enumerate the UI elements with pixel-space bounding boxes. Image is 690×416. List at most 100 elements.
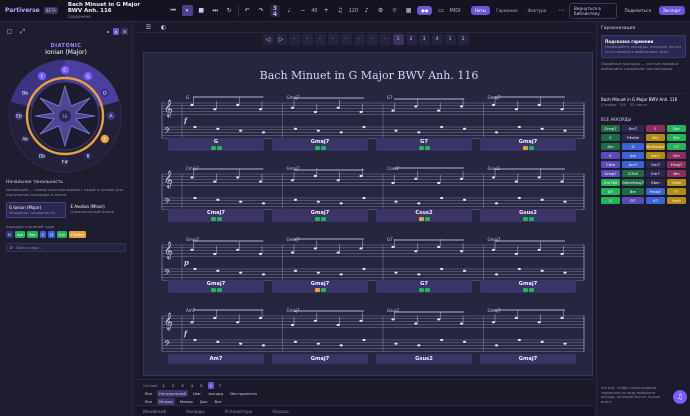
chord-chip-19[interactable]: Fmaj7 [667, 161, 686, 169]
bass-note-head[interactable] [261, 131, 266, 134]
chord-block[interactable]: Am7 [168, 354, 264, 364]
tool-button-1[interactable]: · [301, 33, 313, 45]
note-head[interactable] [336, 179, 340, 182]
note-head[interactable] [491, 176, 496, 179]
note-head[interactable] [391, 318, 395, 321]
note-head[interactable] [391, 245, 395, 249]
bass-note-head[interactable] [239, 129, 243, 132]
tool-button-2[interactable]: · [314, 33, 326, 45]
bass-note-head[interactable] [216, 340, 220, 343]
bass-note-head[interactable] [540, 340, 544, 343]
chord-chip-2[interactable]: F [646, 125, 665, 133]
bass-note-head[interactable] [339, 131, 343, 134]
bass-note-head[interactable] [462, 127, 467, 130]
expand-icon[interactable]: ⤢ [17, 26, 28, 37]
bass-note-head[interactable] [462, 269, 467, 272]
tool-button-3[interactable]: · [327, 33, 339, 45]
octave-4[interactable]: 5 [198, 382, 204, 389]
chord-chip-9[interactable]: G [621, 143, 645, 151]
note-head[interactable] [560, 252, 564, 256]
note-head[interactable] [190, 248, 194, 251]
note-head[interactable] [514, 180, 518, 183]
page-item-0[interactable]: 1 [444, 33, 456, 45]
status-item-3[interactable]: Хорошо [272, 409, 288, 414]
chord-chip-28[interactable]: D7 [601, 188, 620, 196]
chord-chip-16[interactable]: C#m [601, 161, 620, 169]
filter-4[interactable]: Инструменты [228, 390, 259, 397]
chord-symbol[interactable]: Csus2 [387, 166, 399, 171]
chord-chip-20[interactable]: Gmaj7 [601, 170, 620, 178]
chord-symbol[interactable]: G7 [387, 237, 393, 242]
chord-block[interactable]: Gmaj7 [480, 354, 576, 364]
prev-icon[interactable]: ◁ [262, 33, 274, 45]
bass-note-head[interactable] [293, 127, 298, 130]
note-head[interactable] [190, 321, 194, 324]
octave-0[interactable]: 1 [160, 382, 166, 389]
bass-note-head[interactable] [316, 342, 320, 345]
bass-note-head[interactable] [261, 344, 266, 347]
chord-chip-21[interactable]: G7b5 [621, 170, 645, 178]
chord-symbol[interactable]: G7 [387, 95, 393, 100]
undo-icon[interactable]: ↶ [242, 5, 253, 16]
chord-block[interactable]: Gmaj7 [272, 209, 368, 222]
bass-note-head[interactable] [362, 196, 366, 200]
note-head[interactable] [537, 248, 541, 251]
chord-symbol[interactable]: Gmaj7 [287, 308, 301, 313]
chord-chip-8[interactable]: Am [601, 143, 620, 151]
note-head[interactable] [414, 322, 418, 325]
scale-chip-3[interactable]: C [39, 231, 47, 238]
note-head[interactable] [560, 108, 564, 111]
note-head[interactable] [514, 316, 518, 320]
chord-block[interactable]: Gmaj7 [272, 138, 368, 151]
note-head[interactable] [258, 108, 263, 111]
note-head[interactable] [313, 247, 317, 250]
bass-note-head[interactable] [339, 202, 343, 205]
filter-1[interactable]: Натуральный [157, 390, 189, 397]
mini-toggle-a[interactable]: a [105, 28, 111, 35]
tool-button-6[interactable]: · [366, 33, 378, 45]
chord-symbol[interactable]: Cmaj7 [186, 166, 199, 171]
chord-symbol[interactable]: Gmaj7 [488, 308, 502, 313]
note-head[interactable] [491, 248, 496, 251]
tempo-icon[interactable]: ♫ [335, 5, 346, 16]
pause-icon[interactable]: ⏸ [181, 5, 193, 16]
bass-note-head[interactable] [293, 340, 298, 343]
note-head[interactable] [359, 110, 363, 114]
note-head[interactable] [258, 316, 263, 320]
chord-chip-10[interactable]: Bm9sus2 [646, 143, 665, 151]
chord-symbol[interactable]: Gmaj7 [488, 95, 502, 100]
bass-note-head[interactable] [494, 273, 499, 276]
note-head[interactable] [414, 105, 418, 108]
bass-note-head[interactable] [517, 338, 521, 342]
scale-chip-0[interactable]: G [6, 231, 13, 238]
chord-chip-35[interactable]: Am9 [667, 197, 686, 205]
bass-note-head[interactable] [440, 267, 444, 271]
bass-note-head[interactable] [417, 202, 421, 205]
chord-symbol[interactable]: G [186, 95, 189, 100]
note-head[interactable] [213, 316, 217, 320]
note-head[interactable] [258, 180, 263, 183]
volume-icon[interactable]: ♪ [361, 5, 372, 16]
bass-note-head[interactable] [563, 342, 567, 345]
tool-button-5[interactable]: · [353, 33, 365, 45]
chord-chip-25[interactable]: Gdim9maj7 [621, 179, 645, 187]
status-item-1[interactable]: Аккорды [186, 409, 204, 414]
note-head[interactable] [459, 322, 464, 325]
bass-note-head[interactable] [394, 271, 398, 274]
bass-note-head[interactable] [293, 198, 298, 201]
chord-block[interactable]: Gmaj7 [168, 280, 264, 293]
chord-chip-31[interactable]: F7 [667, 188, 686, 196]
chord-block[interactable]: Gsus2 [480, 209, 576, 222]
bass-note-head[interactable] [394, 129, 398, 132]
chord-chip-5[interactable]: F#dim [621, 134, 645, 142]
chord-chip-3[interactable]: Dm [667, 125, 686, 133]
mini-toggle-b[interactable]: b [112, 28, 120, 35]
bass-note-head[interactable] [563, 271, 567, 274]
bass-note-head[interactable] [494, 344, 499, 347]
scale-type-1[interactable]: Мажор [157, 398, 175, 405]
more-icon[interactable]: ⋯ [557, 5, 565, 16]
note-head[interactable] [537, 103, 541, 107]
bass-note-head[interactable] [394, 200, 398, 203]
note-head[interactable] [290, 106, 295, 109]
circle-of-fifths[interactable]: I-ii CGDAEBF#DbAbEbBbF [0, 56, 133, 176]
